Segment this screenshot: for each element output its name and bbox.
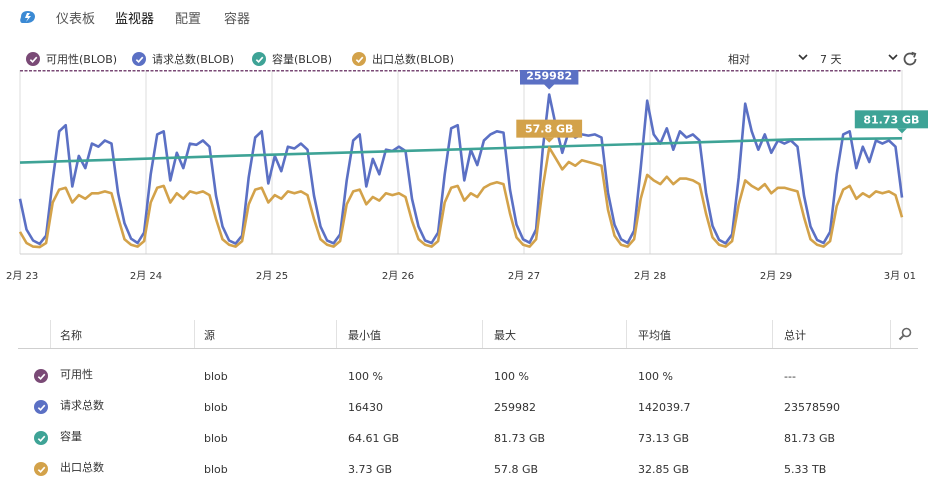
table-row[interactable]: 请求总数 blob 16430 259982 142039.7 23578590 xyxy=(18,397,918,419)
table-cell: 23578590 xyxy=(784,401,840,414)
table-row[interactable]: 可用性 blob 100 % 100 % 100 % --- xyxy=(18,366,918,388)
table-cell: 100 % xyxy=(638,370,673,383)
callout-label: 57.8 GB xyxy=(525,123,573,136)
legend-item-requests[interactable]: 请求总数(BLOB) xyxy=(132,51,234,67)
legend-item-capacity[interactable]: 容量(BLOB) xyxy=(252,51,332,67)
search-icon[interactable] xyxy=(897,326,913,342)
callout-badge: 57.8 GB xyxy=(516,119,583,143)
table-cell: 32.85 GB xyxy=(638,463,690,476)
table-cell: 64.61 GB xyxy=(348,432,400,445)
table-cell: 259982 xyxy=(494,401,536,414)
metrics-line-chart: 2月 23 2月 24 2月 25 2月 26 2月 27 2月 28 2月 29 3月 01… xyxy=(6,70,928,282)
column-divider xyxy=(482,320,483,348)
range-select[interactable]: 7 天 xyxy=(820,51,842,67)
table-cell: 5.33 TB xyxy=(784,463,827,476)
x-tick-label: 2月 26 xyxy=(382,270,414,282)
table-cell: 容量 xyxy=(60,430,82,443)
callout-label: 259982 xyxy=(526,70,572,83)
table-cell: 81.73 GB xyxy=(494,432,546,445)
legend-label: 容量(BLOB) xyxy=(272,53,333,66)
check-icon xyxy=(252,52,266,66)
table-cell: 142039.7 xyxy=(638,401,691,414)
tab-configure[interactable]: 配置 xyxy=(175,8,201,27)
callout-pointer xyxy=(897,128,907,134)
table-cell: 100 % xyxy=(494,370,529,383)
table-cell: 57.8 GB xyxy=(494,463,539,476)
mode-select[interactable]: 相对 xyxy=(728,51,750,67)
table-cell: 73.13 GB xyxy=(638,432,690,445)
column-header-total[interactable]: 总计 xyxy=(784,327,806,343)
legend-label: 可用性(BLOB) xyxy=(46,53,118,66)
row-check-icon[interactable] xyxy=(34,400,48,414)
table-cell: 3.73 GB xyxy=(348,463,393,476)
callout-label: 81.73 GB xyxy=(863,113,919,126)
table-row[interactable]: 出口总数 blob 3.73 GB 57.8 GB 32.85 GB 5.33 TB xyxy=(18,459,918,481)
tab-dashboard[interactable]: 仪表板 xyxy=(56,8,95,27)
row-check-icon[interactable] xyxy=(34,431,48,445)
check-icon xyxy=(132,52,146,66)
table-cell: 可用性 xyxy=(60,368,93,381)
column-header-max[interactable]: 最大 xyxy=(494,327,516,343)
legend-label: 出口总数(BLOB) xyxy=(372,53,455,66)
callout-badge: 81.73 GB xyxy=(854,110,928,134)
refresh-icon[interactable] xyxy=(901,50,919,68)
chevron-down-icon[interactable] xyxy=(888,52,898,62)
legend-item-availability[interactable]: 可用性(BLOB) xyxy=(26,51,117,67)
tab-containers[interactable]: 容器 xyxy=(224,8,250,27)
x-axis-ticks: 2月 23 2月 24 2月 25 2月 26 2月 27 2月 28 2月 29 3月 01 xyxy=(6,270,916,282)
table-row[interactable]: 容量 blob 64.61 GB 81.73 GB 73.13 GB 81.73 GB xyxy=(18,428,918,450)
table-cell: blob xyxy=(204,432,228,445)
x-tick-label: 2月 28 xyxy=(634,270,666,282)
x-tick-label: 2月 25 xyxy=(256,270,288,282)
x-tick-label: 2月 27 xyxy=(508,270,540,282)
chart-callouts: 100 %25998281.73 GB57.8 GB xyxy=(516,70,928,143)
legend-item-egress[interactable]: 出口总数(BLOB) xyxy=(352,51,454,67)
callout-pointer xyxy=(544,137,555,143)
column-divider xyxy=(772,320,773,348)
check-icon xyxy=(352,52,366,66)
table-cell: 出口总数 xyxy=(60,461,104,474)
check-icon xyxy=(26,52,40,66)
x-tick-label: 3月 01 xyxy=(884,270,916,282)
table-header-divider xyxy=(18,348,918,349)
x-tick-label: 2月 23 xyxy=(6,270,38,282)
x-tick-label: 2月 29 xyxy=(760,270,792,282)
table-cell: blob xyxy=(204,463,228,476)
row-check-icon[interactable] xyxy=(34,369,48,383)
column-header-min[interactable]: 最小值 xyxy=(348,327,381,343)
tab-monitor[interactable]: 监视器 xyxy=(115,8,154,27)
column-header-source[interactable]: 源 xyxy=(204,327,215,343)
table-cell: blob xyxy=(204,370,228,383)
table-cell: 81.73 GB xyxy=(784,432,836,445)
row-check-icon[interactable] xyxy=(34,462,48,476)
column-divider xyxy=(194,320,195,348)
table-cell: 请求总数 xyxy=(60,399,104,412)
callout-pointer xyxy=(544,84,555,90)
x-tick-label: 2月 24 xyxy=(130,270,162,282)
table-cell: --- xyxy=(784,370,796,383)
chevron-down-icon[interactable] xyxy=(798,52,808,62)
callout-badge: 259982 xyxy=(520,70,579,90)
column-header-name[interactable]: 名称 xyxy=(60,327,82,343)
column-divider xyxy=(890,320,891,348)
chart-series xyxy=(18,70,904,249)
column-header-average[interactable]: 平均值 xyxy=(638,327,671,343)
table-cell: 16430 xyxy=(348,401,383,414)
series-line xyxy=(18,93,904,246)
azure-storage-icon xyxy=(20,11,35,23)
table-cell: blob xyxy=(204,401,228,414)
top-nav: 仪表板 监视器 配置 容器 xyxy=(0,0,932,34)
column-divider xyxy=(50,320,51,348)
legend-label: 请求总数(BLOB) xyxy=(152,53,235,66)
table-cell: 100 % xyxy=(348,370,383,383)
column-divider xyxy=(626,320,627,348)
column-divider xyxy=(336,320,337,348)
